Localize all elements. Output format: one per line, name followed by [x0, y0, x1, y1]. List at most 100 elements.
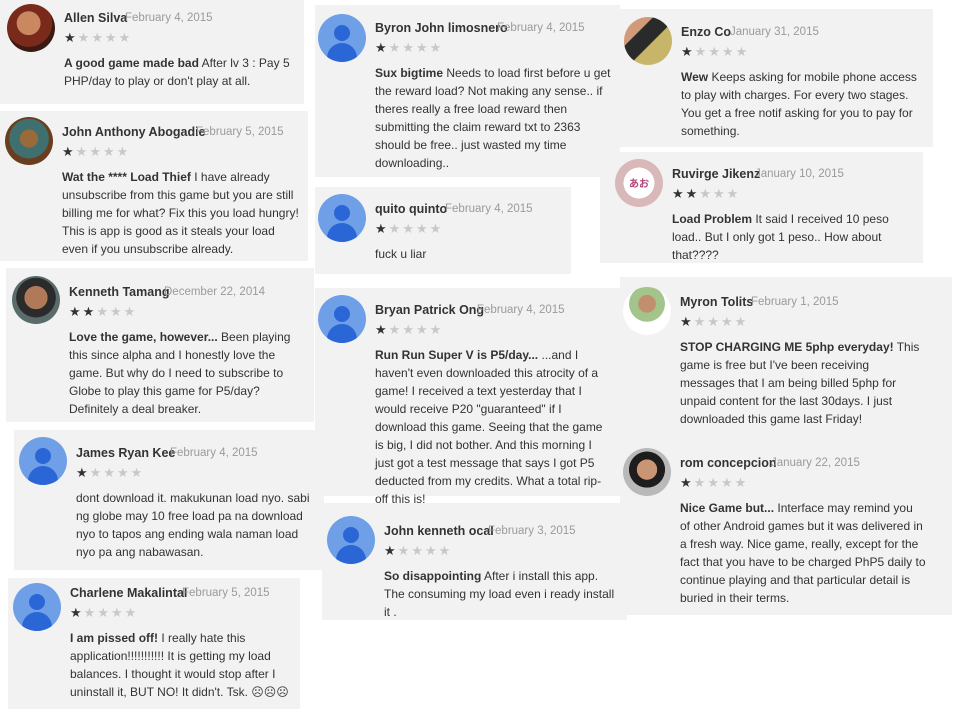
star-icon: ★ [707, 314, 721, 329]
reviewer-name[interactable]: Enzo Co [681, 25, 731, 39]
star-icon: ★ [375, 322, 389, 337]
reviewer-name[interactable]: Byron John limosnero [375, 21, 508, 35]
star-icon: ★ [685, 186, 700, 201]
review-body: Sux bigtime Needs to load first before u… [375, 64, 613, 172]
review-title: Sux bigtime [375, 66, 444, 80]
star-icon: ★ [402, 221, 416, 236]
star-icon: ★ [375, 221, 389, 236]
avatar[interactable] [19, 437, 67, 485]
star-icon: ★ [64, 30, 78, 45]
avatar[interactable] [5, 117, 53, 165]
star-icon: ★ [402, 40, 416, 55]
star-icon: ★ [726, 186, 741, 201]
star-rating: ★★★★★ [681, 45, 749, 58]
star-icon: ★ [62, 144, 76, 159]
star-icon: ★ [130, 465, 145, 480]
avatar[interactable] [623, 448, 671, 496]
star-icon: ★ [110, 605, 125, 620]
star-icon: ★ [70, 605, 84, 620]
star-icon: ★ [102, 144, 117, 159]
review-date: February 4, 2015 [477, 304, 565, 316]
star-icon: ★ [429, 221, 444, 236]
avatar[interactable] [623, 287, 671, 335]
avatar[interactable] [318, 295, 366, 343]
review-date: February 3, 2015 [488, 525, 576, 537]
star-icon: ★ [118, 30, 133, 45]
star-icon: ★ [681, 44, 695, 59]
star-icon: ★ [721, 44, 736, 59]
reviewer-name[interactable]: Kenneth Tamang [69, 285, 169, 299]
review-date: January 22, 2015 [771, 457, 860, 469]
star-rating: ★★★★★ [76, 466, 144, 479]
review-body: fuck u liar [375, 245, 565, 263]
review-title: Nice Game but... [680, 501, 775, 515]
star-icon: ★ [89, 144, 103, 159]
star-icon: ★ [91, 30, 105, 45]
review-title: Load Problem [672, 212, 753, 226]
star-icon: ★ [388, 322, 403, 337]
review-text: Needs to load first before u get the rew… [375, 66, 611, 170]
review-title: Love the game, however... [69, 330, 218, 344]
review-body: Load Problem It said I received 10 peso … [672, 210, 918, 264]
star-icon: ★ [116, 144, 131, 159]
star-icon: ★ [415, 322, 430, 337]
avatar[interactable] [12, 276, 60, 324]
star-rating: ★★★★★ [69, 305, 137, 318]
star-icon: ★ [693, 475, 708, 490]
star-rating: ★★★★★ [64, 31, 132, 44]
reviewer-name[interactable]: Allen Silva [64, 11, 127, 25]
star-icon: ★ [388, 40, 403, 55]
star-icon: ★ [415, 221, 430, 236]
star-icon: ★ [438, 543, 453, 558]
star-icon: ★ [429, 322, 444, 337]
review-body: Love the game, however... Been playing t… [69, 328, 309, 418]
star-rating: ★★★★★ [375, 323, 443, 336]
reviewer-name[interactable]: John kenneth ocal [384, 524, 494, 538]
avatar[interactable] [318, 194, 366, 242]
star-icon: ★ [96, 304, 110, 319]
reviewer-name[interactable]: Charlene Makalintal [70, 586, 187, 600]
star-icon: ★ [720, 475, 735, 490]
star-icon: ★ [415, 40, 430, 55]
avatar[interactable] [624, 17, 672, 65]
reviewer-name[interactable]: John Anthony Abogadie [62, 125, 206, 139]
star-rating: ★★★★★ [70, 606, 138, 619]
review-text: ...and I haven't even downloaded this at… [375, 348, 603, 506]
avatar[interactable] [7, 4, 55, 52]
review-body: Run Run Super V is P5/day... ...and I ha… [375, 346, 613, 508]
star-icon: ★ [375, 40, 389, 55]
reviewer-name[interactable]: Myron Tolits [680, 295, 753, 309]
avatar[interactable] [327, 516, 375, 564]
avatar[interactable] [13, 583, 61, 631]
star-icon: ★ [411, 543, 425, 558]
star-icon: ★ [89, 465, 104, 480]
star-icon: ★ [680, 314, 694, 329]
review-title: I am pissed off! [70, 631, 159, 645]
review-date: February 5, 2015 [182, 587, 270, 599]
reviewer-name[interactable]: James Ryan Kee [76, 446, 175, 460]
star-rating: ★★★★★ [384, 544, 452, 557]
star-icon: ★ [104, 30, 119, 45]
star-icon: ★ [103, 465, 117, 480]
review-title: So disappointing [384, 569, 482, 583]
reviewer-name[interactable]: Ruvirge Jikenz [672, 167, 760, 181]
review-body: I am pissed off! I really hate this appl… [70, 629, 292, 701]
review-date: February 4, 2015 [445, 203, 533, 215]
review-title: A good game made bad [64, 56, 199, 70]
review-text: Keeps asking for mobile phone access to … [681, 70, 917, 138]
reviewer-name[interactable]: Bryan Patrick Ong [375, 303, 484, 317]
review-date: February 5, 2015 [196, 126, 284, 138]
avatar[interactable] [318, 14, 366, 62]
avatar[interactable]: あお [615, 159, 663, 207]
star-icon: ★ [429, 40, 444, 55]
review-date: February 4, 2015 [125, 12, 213, 24]
star-icon: ★ [388, 221, 403, 236]
review-title: Wew [681, 70, 709, 84]
star-icon: ★ [124, 605, 139, 620]
reviewer-name[interactable]: quito quinto [375, 202, 447, 216]
star-icon: ★ [712, 186, 727, 201]
star-icon: ★ [116, 465, 131, 480]
review-text: Interface may remind you of other Androi… [680, 501, 926, 605]
reviewer-name[interactable]: rom concepcion [680, 456, 777, 470]
star-icon: ★ [82, 304, 97, 319]
